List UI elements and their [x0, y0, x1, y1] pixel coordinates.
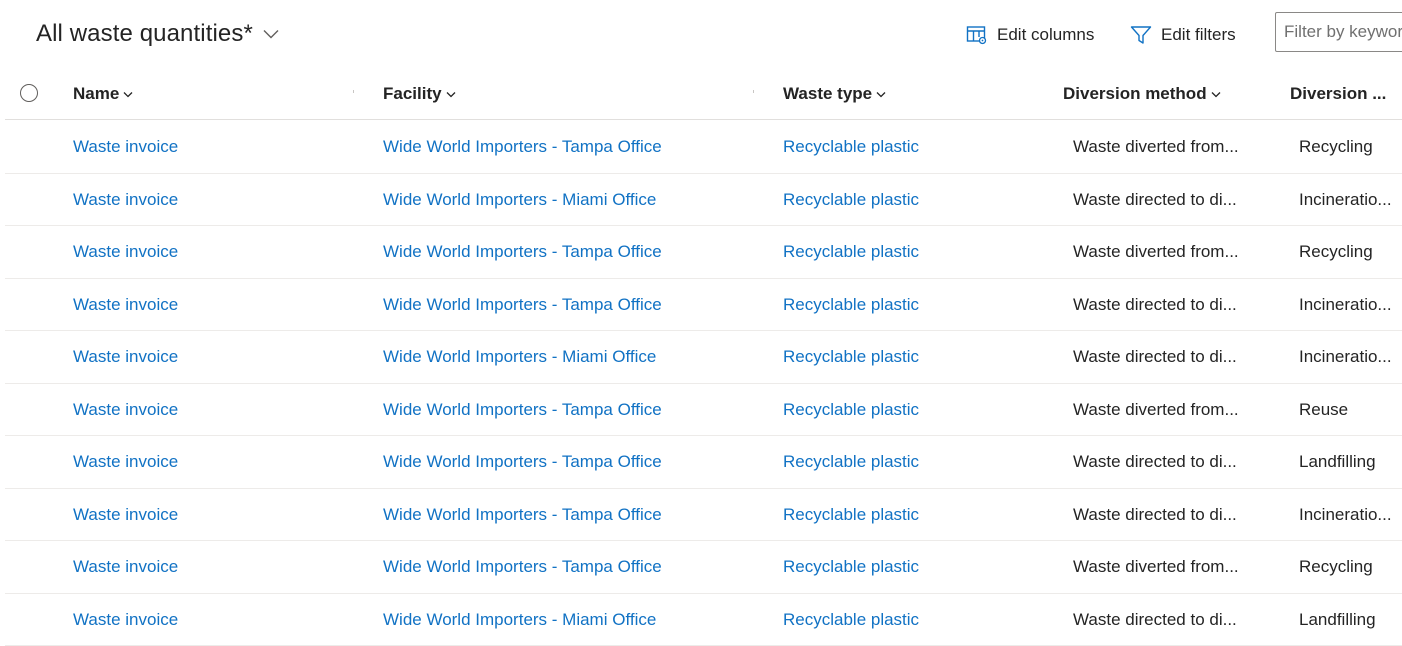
name-cell-link[interactable]: Waste invoice [73, 137, 178, 157]
keyword-filter-field[interactable] [1275, 12, 1402, 52]
facility-cell-link[interactable]: Wide World Importers - Tampa Office [383, 242, 662, 262]
diversion-cell: Incineratio... [1299, 295, 1402, 315]
select-all-checkbox[interactable] [20, 84, 38, 102]
diversion-cell: Incineratio... [1299, 347, 1402, 367]
diversion-cell: Incineratio... [1299, 190, 1402, 210]
waste-type-cell-link[interactable]: Recyclable plastic [783, 505, 919, 525]
edit-filters-button[interactable]: Edit filters [1130, 20, 1236, 50]
table-row[interactable]: Waste invoice Wide World Importers - Tamp… [5, 489, 1402, 542]
table-row[interactable]: Waste invoice Wide World Importers - Miam… [5, 174, 1402, 227]
column-header-diversion-method[interactable]: Diversion method [1063, 84, 1221, 104]
facility-cell-link[interactable]: Wide World Importers - Tampa Office [383, 452, 662, 472]
name-cell-link[interactable]: Waste invoice [73, 295, 178, 315]
table-row[interactable]: Waste invoice Wide World Importers - Tamp… [5, 121, 1402, 174]
facility-cell-link[interactable]: Wide World Importers - Tampa Office [383, 295, 662, 315]
chevron-down-icon [1211, 91, 1221, 98]
waste-type-cell-link[interactable]: Recyclable plastic [783, 452, 919, 472]
view-title: All waste quantities* [36, 20, 253, 48]
facility-cell-link[interactable]: Wide World Importers - Miami Office [383, 190, 656, 210]
diversion-method-cell: Waste directed to di... [1073, 347, 1248, 367]
name-cell-link[interactable]: Waste invoice [73, 452, 178, 472]
facility-cell-link[interactable]: Wide World Importers - Miami Office [383, 347, 656, 367]
diversion-method-cell: Waste directed to di... [1073, 452, 1248, 472]
waste-type-cell-link[interactable]: Recyclable plastic [783, 347, 919, 367]
edit-columns-icon [966, 25, 988, 45]
diversion-cell: Reuse [1299, 400, 1402, 420]
facility-cell-link[interactable]: Wide World Importers - Tampa Office [383, 400, 662, 420]
column-header-label: Diversion method [1063, 84, 1207, 104]
column-header-label: Facility [383, 84, 442, 104]
table-row[interactable]: Waste invoice Wide World Importers - Tamp… [5, 226, 1402, 279]
diversion-cell: Landfilling [1299, 610, 1402, 630]
diversion-method-cell: Waste diverted from... [1073, 400, 1248, 420]
table-row[interactable]: Waste invoice Wide World Importers - Tamp… [5, 279, 1402, 332]
diversion-method-cell: Waste directed to di... [1073, 610, 1248, 630]
table-row[interactable]: Waste invoice Wide World Importers - Miam… [5, 331, 1402, 384]
diversion-method-cell: Waste directed to di... [1073, 505, 1248, 525]
diversion-method-cell: Waste diverted from... [1073, 242, 1248, 262]
edit-columns-label: Edit columns [997, 25, 1094, 45]
view-selector[interactable]: All waste quantities* [36, 16, 279, 52]
column-header-label: Waste type [783, 84, 872, 104]
grid-body: Waste invoice Wide World Importers - Tamp… [5, 121, 1402, 646]
diversion-method-cell: Waste directed to di... [1073, 295, 1248, 315]
diversion-method-cell: Waste directed to di... [1073, 190, 1248, 210]
name-cell-link[interactable]: Waste invoice [73, 505, 178, 525]
facility-cell-link[interactable]: Wide World Importers - Miami Office [383, 610, 656, 630]
column-header-label: Name [73, 84, 119, 104]
waste-type-cell-link[interactable]: Recyclable plastic [783, 242, 919, 262]
column-header-label: Diversion ... [1290, 84, 1386, 104]
column-header-diversion[interactable]: Diversion ... [1290, 84, 1386, 104]
column-resize-handle[interactable] [753, 90, 754, 93]
diversion-method-cell: Waste diverted from... [1073, 557, 1248, 577]
keyword-filter-input[interactable] [1284, 22, 1402, 42]
table-row[interactable]: Waste invoice Wide World Importers - Tamp… [5, 384, 1402, 437]
diversion-cell: Recycling [1299, 137, 1402, 157]
edit-filters-label: Edit filters [1161, 25, 1236, 45]
column-header-facility[interactable]: Facility [383, 84, 456, 104]
chevron-down-icon [123, 91, 133, 98]
chevron-down-icon[interactable] [263, 29, 279, 39]
waste-type-cell-link[interactable]: Recyclable plastic [783, 610, 919, 630]
column-header-waste-type[interactable]: Waste type [783, 84, 886, 104]
name-cell-link[interactable]: Waste invoice [73, 242, 178, 262]
chevron-down-icon [876, 91, 886, 98]
chevron-down-icon [446, 91, 456, 98]
diversion-cell: Incineratio... [1299, 505, 1402, 525]
table-row[interactable]: Waste invoice Wide World Importers - Tamp… [5, 541, 1402, 594]
filter-icon [1130, 25, 1152, 45]
diversion-cell: Recycling [1299, 242, 1402, 262]
waste-type-cell-link[interactable]: Recyclable plastic [783, 557, 919, 577]
table-row[interactable]: Waste invoice Wide World Importers - Tamp… [5, 436, 1402, 489]
edit-columns-button[interactable]: Edit columns [966, 20, 1094, 50]
waste-type-cell-link[interactable]: Recyclable plastic [783, 295, 919, 315]
waste-type-cell-link[interactable]: Recyclable plastic [783, 190, 919, 210]
column-header-name[interactable]: Name [73, 84, 133, 104]
facility-cell-link[interactable]: Wide World Importers - Tampa Office [383, 137, 662, 157]
name-cell-link[interactable]: Waste invoice [73, 347, 178, 367]
name-cell-link[interactable]: Waste invoice [73, 190, 178, 210]
facility-cell-link[interactable]: Wide World Importers - Tampa Office [383, 505, 662, 525]
table-row[interactable]: Waste invoice Wide World Importers - Miam… [5, 594, 1402, 646]
waste-type-cell-link[interactable]: Recyclable plastic [783, 400, 919, 420]
name-cell-link[interactable]: Waste invoice [73, 610, 178, 630]
diversion-cell: Recycling [1299, 557, 1402, 577]
column-resize-handle[interactable] [353, 90, 354, 93]
name-cell-link[interactable]: Waste invoice [73, 400, 178, 420]
facility-cell-link[interactable]: Wide World Importers - Tampa Office [383, 557, 662, 577]
grid-header: Name Facility Waste type Diversion metho… [5, 70, 1402, 120]
diversion-method-cell: Waste diverted from... [1073, 137, 1248, 157]
waste-type-cell-link[interactable]: Recyclable plastic [783, 137, 919, 157]
diversion-cell: Landfilling [1299, 452, 1402, 472]
name-cell-link[interactable]: Waste invoice [73, 557, 178, 577]
